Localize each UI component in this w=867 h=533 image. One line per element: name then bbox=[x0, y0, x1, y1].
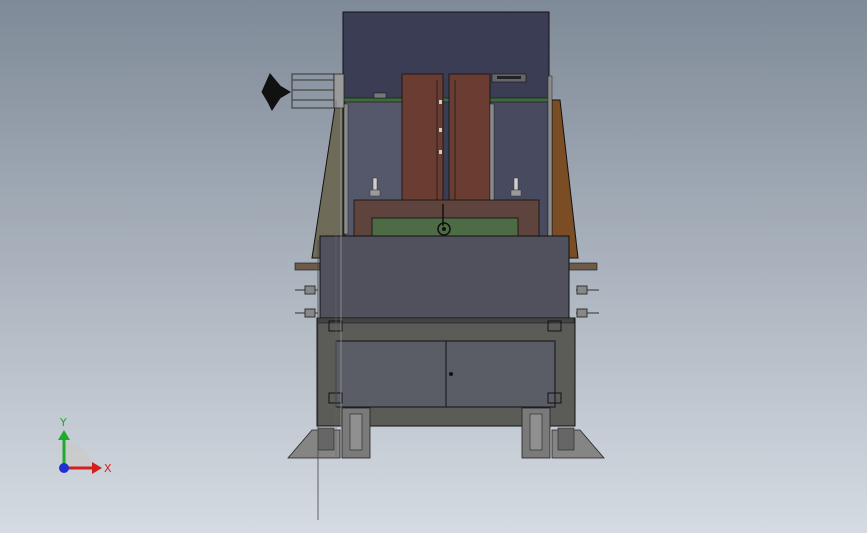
machine-front-view: Y X bbox=[0, 0, 867, 533]
top-rail bbox=[342, 97, 550, 103]
cad-viewport[interactable]: Y X bbox=[0, 0, 867, 533]
left-guide-column bbox=[343, 103, 349, 235]
frame-top-rail bbox=[317, 317, 575, 324]
left-door bbox=[335, 340, 447, 408]
right-edge-bolt-strip bbox=[547, 75, 553, 237]
rail-bracket bbox=[373, 92, 387, 99]
right-shelf bbox=[566, 262, 598, 271]
main-cabinet bbox=[319, 235, 570, 319]
y-axis-label: Y bbox=[59, 416, 67, 429]
right-door bbox=[445, 340, 556, 408]
x-axis-label: X bbox=[104, 462, 112, 475]
green-plate bbox=[371, 217, 519, 237]
z-axis-dot bbox=[59, 463, 69, 473]
slot bbox=[497, 76, 521, 79]
door-lock bbox=[449, 372, 453, 376]
